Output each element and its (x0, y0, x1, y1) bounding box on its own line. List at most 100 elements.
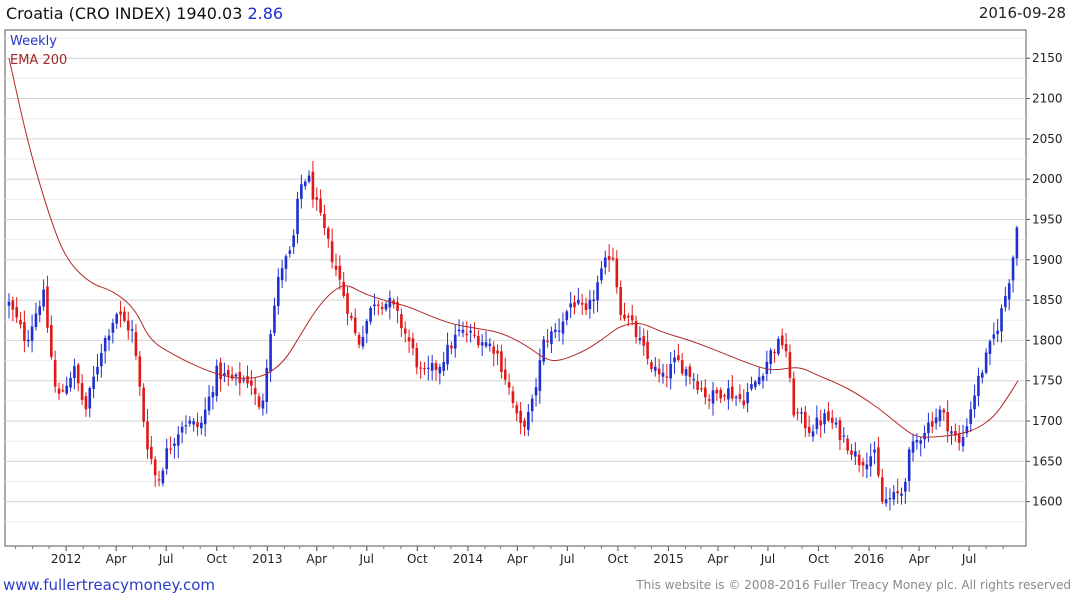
candle-body (388, 297, 392, 308)
candle-body (896, 491, 899, 494)
candle-body (296, 198, 299, 235)
candle-body (46, 286, 49, 328)
candle-body (1011, 257, 1015, 281)
x-tick-label: 2012 (51, 552, 82, 566)
candle-body (473, 334, 476, 336)
candle-body (61, 390, 65, 392)
candle-body (550, 331, 553, 345)
candle-body (434, 363, 438, 370)
candle-body (292, 235, 295, 248)
candle-body (642, 336, 646, 346)
candle-body (477, 335, 480, 346)
candle-body (919, 440, 923, 444)
candle-body (100, 352, 103, 367)
candle-body (1000, 308, 1003, 332)
candle-body (942, 409, 946, 413)
y-tick-label-1800: 1800 (1032, 333, 1063, 347)
candle-body (7, 301, 11, 306)
candle-body (157, 479, 161, 481)
candle-body (300, 184, 303, 199)
x-tick-label: Jul (760, 552, 775, 566)
x-tick-label: Oct (206, 552, 227, 566)
candle-body (546, 340, 549, 343)
candle-body (80, 383, 84, 400)
candle-body (961, 437, 965, 447)
x-tick-label: Oct (808, 552, 829, 566)
candle-body (96, 366, 99, 375)
candle-body (180, 426, 184, 433)
candle-body (280, 268, 284, 281)
candle-body (511, 391, 515, 403)
candle-body (423, 368, 426, 370)
candle-body (234, 374, 238, 377)
x-axis-labels: 2012 Apr Jul Oct 2013 Apr Jul Oct 2014 Apr Jul Oct 2… (15, 546, 1004, 566)
candle-body (119, 311, 122, 315)
candle-body (653, 366, 657, 371)
candle-body (523, 420, 526, 427)
candle-body (261, 400, 265, 409)
candle-body (584, 303, 588, 311)
candle-body (30, 326, 34, 341)
y-tick-label-1900: 1900 (1032, 253, 1063, 267)
candle-body (850, 450, 853, 455)
candle-body (469, 330, 472, 333)
candle-body (330, 241, 334, 263)
candle-body (69, 377, 72, 388)
candle-body (507, 382, 511, 388)
candle-body (407, 337, 411, 342)
x-tick-label: 2014 (453, 552, 484, 566)
candle-body (103, 338, 107, 352)
candle-body (42, 289, 45, 307)
candle-body (992, 334, 996, 339)
y-tick-label-1650: 1650 (1032, 454, 1063, 468)
candle-body (565, 311, 569, 321)
candle-body (561, 321, 565, 334)
candle-body (684, 369, 688, 376)
candle-body (607, 256, 611, 260)
candle-body (57, 388, 61, 394)
candle-body (996, 330, 999, 335)
candle-body (138, 356, 142, 387)
candle-body (334, 265, 338, 270)
site-link[interactable]: www.fullertreacymoney.com (3, 576, 215, 594)
candle-body (169, 448, 172, 450)
candle-body (76, 364, 80, 384)
x-tick-label: Apr (507, 552, 528, 566)
candle-body (557, 330, 561, 332)
candle-body (246, 376, 249, 384)
candle-body (769, 350, 772, 364)
x-tick-label: Apr (106, 552, 127, 566)
candle-body (703, 387, 707, 398)
candle-body (603, 257, 607, 268)
candle-body (34, 313, 38, 328)
x-tick-label: 2016 (854, 552, 885, 566)
candle-body (980, 372, 984, 378)
candle-body (746, 392, 749, 404)
candle-body (938, 409, 942, 422)
candle-body (727, 388, 730, 400)
candle-body (957, 433, 961, 443)
candle-body (357, 334, 361, 345)
candle-body (711, 390, 715, 404)
candle-body (223, 373, 226, 376)
candle-body (165, 448, 169, 469)
candle-body (484, 342, 488, 347)
candle-body (384, 303, 388, 310)
candle-body (430, 362, 434, 371)
candle-body (273, 305, 276, 333)
candle-body (811, 431, 815, 437)
candle-body (723, 395, 726, 397)
candle-body (188, 420, 192, 424)
candle-body (411, 338, 415, 349)
candle-body (361, 336, 365, 347)
candle-body (815, 417, 819, 430)
plot-area (4, 29, 1027, 547)
candle-body (977, 375, 980, 396)
x-tick-label: Jul (158, 552, 173, 566)
candle-body (338, 265, 342, 280)
candle-body (930, 421, 934, 427)
candle-body (84, 396, 88, 410)
candle-body (253, 388, 257, 395)
candle-body (765, 361, 769, 374)
x-tick-label: Apr (306, 552, 327, 566)
